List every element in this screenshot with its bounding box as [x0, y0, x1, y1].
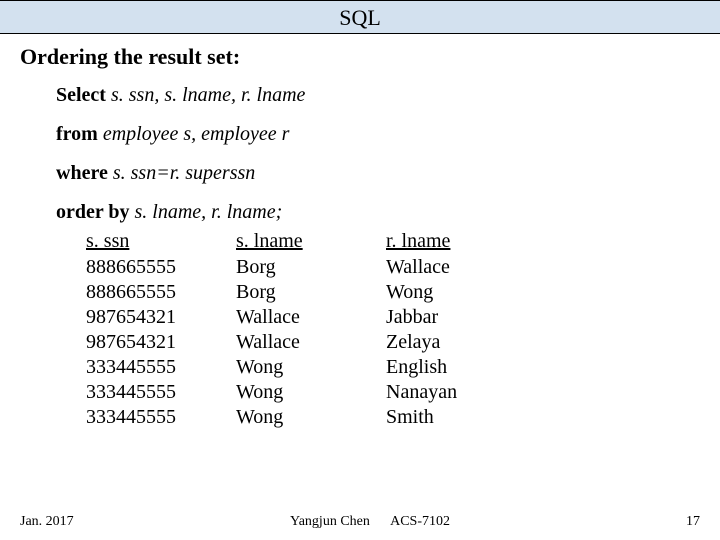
cell-slname: Wong [236, 380, 386, 405]
footer-course: ACS-7102 [390, 514, 450, 529]
where-clause: where s. ssn=r. superssn [56, 162, 700, 185]
cell-rlname: Smith [386, 405, 506, 430]
cell-rlname: Zelaya [386, 330, 506, 355]
select-keyword: Select [56, 84, 106, 106]
section-heading: Ordering the result set: [20, 44, 700, 70]
cell-ssn: 888665555 [86, 280, 236, 305]
table-row: 888665555BorgWong [86, 280, 506, 305]
cell-slname: Wallace [236, 330, 386, 355]
slide-content: Ordering the result set: Select s. ssn, … [0, 34, 720, 430]
where-keyword: where [56, 162, 108, 184]
from-keyword: from [56, 123, 98, 145]
cell-ssn: 333445555 [86, 405, 236, 430]
cell-ssn: 987654321 [86, 330, 236, 355]
table-row: 333445555WongSmith [86, 405, 506, 430]
orderby-keyword: order by [56, 201, 130, 223]
select-columns-text: s. ssn, s. lname, r. lname [111, 84, 305, 106]
result-table: s. ssn s. lname r. lname 888665555BorgWa… [86, 230, 506, 430]
slide-footer: Jan. 2017 Yangjun Chen ACS-7102 17 [0, 514, 720, 530]
cell-ssn: 333445555 [86, 380, 236, 405]
footer-author: Yangjun Chen [290, 514, 370, 529]
cell-rlname: Jabbar [386, 305, 506, 330]
header-rlname: r. lname [386, 230, 506, 255]
orderby-body-text: s. lname, r. lname; [135, 201, 283, 223]
cell-slname: Wallace [236, 305, 386, 330]
cell-rlname: Nanayan [386, 380, 506, 405]
cell-rlname: English [386, 355, 506, 380]
where-body-text: s. ssn=r. superssn [113, 162, 255, 184]
table-row: 987654321WallaceZelaya [86, 330, 506, 355]
cell-rlname: Wallace [386, 255, 506, 280]
cell-ssn: 987654321 [86, 305, 236, 330]
cell-slname: Wong [236, 405, 386, 430]
from-body-text: employee s, employee r [103, 123, 290, 145]
cell-ssn: 888665555 [86, 255, 236, 280]
orderby-clause: order by s. lname, r. lname; [56, 201, 700, 224]
header-ssn: s. ssn [86, 230, 236, 255]
slide-title: SQL [0, 0, 720, 34]
from-clause: from employee s, employee r [56, 123, 700, 146]
cell-slname: Wong [236, 355, 386, 380]
slide: SQL Ordering the result set: Select s. s… [0, 0, 720, 540]
table-row: 888665555BorgWallace [86, 255, 506, 280]
footer-page: 17 [640, 514, 700, 530]
footer-center: Yangjun Chen ACS-7102 [280, 514, 640, 530]
cell-rlname: Wong [386, 280, 506, 305]
table-body: 888665555BorgWallace888665555BorgWong987… [86, 255, 506, 430]
sql-query: Select s. ssn, s. lname, r. lname from e… [20, 84, 700, 224]
result-table-wrap: s. ssn s. lname r. lname 888665555BorgWa… [20, 230, 700, 430]
table-header-row: s. ssn s. lname r. lname [86, 230, 506, 255]
table-row: 987654321WallaceJabbar [86, 305, 506, 330]
select-clause: Select s. ssn, s. lname, r. lname [56, 84, 700, 107]
cell-ssn: 333445555 [86, 355, 236, 380]
cell-slname: Borg [236, 280, 386, 305]
footer-date: Jan. 2017 [20, 514, 280, 530]
header-slname: s. lname [236, 230, 386, 255]
table-row: 333445555WongEnglish [86, 355, 506, 380]
cell-slname: Borg [236, 255, 386, 280]
table-row: 333445555WongNanayan [86, 380, 506, 405]
